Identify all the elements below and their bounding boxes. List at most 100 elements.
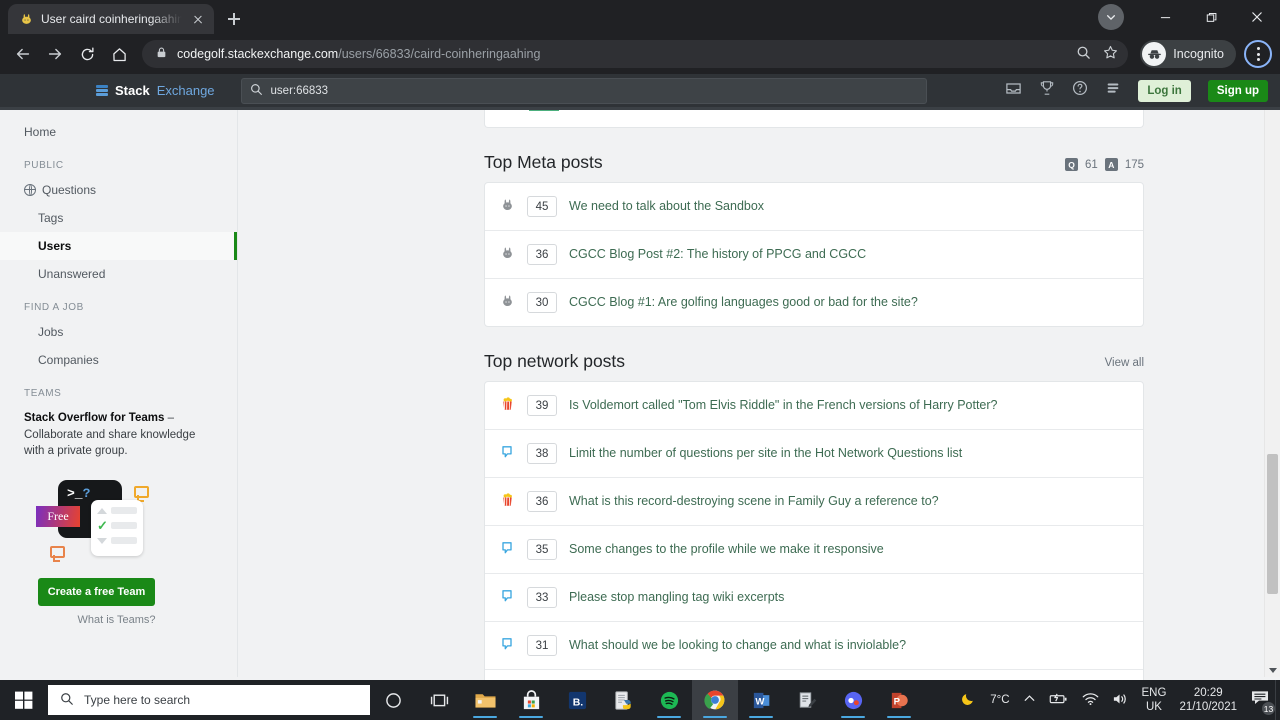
window-controls: [1098, 0, 1280, 34]
post-title-link[interactable]: CGCC Blog Post #2: The history of PPCG a…: [569, 244, 866, 263]
top-network-posts-list: 39 Is Voldemort called "Tom Elvis Riddle…: [484, 381, 1144, 680]
browser-tab[interactable]: User caird coinheringaahing - Co: [8, 4, 214, 34]
post-title-link[interactable]: What is this record-destroying scene in …: [569, 491, 939, 510]
file-explorer-icon[interactable]: [462, 680, 508, 720]
chevron-down-icon[interactable]: [1098, 4, 1124, 30]
new-tab-button[interactable]: [220, 5, 248, 33]
chrome-icon[interactable]: [692, 680, 738, 720]
teams-promo-text: Stack Overflow for Teams – Collaborate a…: [24, 410, 217, 460]
restore-icon[interactable]: [1188, 0, 1234, 34]
search-zoom-icon[interactable]: [1076, 45, 1091, 63]
post-title-link[interactable]: Some changes to the profile while we mak…: [569, 539, 884, 558]
search-input[interactable]: user:66833: [240, 77, 927, 104]
taskbar-app-icons: B. W P: [370, 680, 922, 720]
close-icon[interactable]: [1234, 0, 1280, 34]
checklist-row: ✓: [97, 519, 137, 532]
profile-incognito-button[interactable]: Incognito: [1140, 40, 1236, 68]
meta-speech-bubble-icon: [499, 636, 515, 652]
codegolf-rabbit-icon: [499, 197, 515, 213]
table-row[interactable]: 45 We need to talk about the Sandbox: [485, 183, 1143, 231]
table-row[interactable]: 31 Please can room owners and moderators…: [485, 670, 1143, 680]
what-is-teams-link[interactable]: What is Teams?: [16, 614, 217, 626]
notepad-editor-icon[interactable]: [784, 680, 830, 720]
table-row[interactable]: 36 What is this record-destroying scene …: [485, 478, 1143, 526]
show-desktop-button[interactable]: [1275, 680, 1280, 720]
sidebar-item-jobs[interactable]: Jobs: [0, 318, 237, 346]
scrollbar-thumb[interactable]: [1267, 454, 1278, 594]
three-dot-menu-icon[interactable]: [1244, 40, 1272, 68]
post-title-link[interactable]: What should we be looking to change and …: [569, 635, 906, 654]
view-all-link[interactable]: View all: [1105, 357, 1144, 372]
signup-button[interactable]: Sign up: [1207, 79, 1268, 102]
table-row[interactable]: 36 CGCC Blog Post #2: The history of PPC…: [485, 231, 1143, 279]
inbox-icon[interactable]: [1005, 80, 1022, 102]
sidebar-item-tags[interactable]: Tags: [0, 204, 237, 232]
speaker-icon[interactable]: [1112, 692, 1129, 709]
post-title-link[interactable]: CGCC Blog #1: Are golfing languages good…: [569, 292, 918, 311]
table-row[interactable]: 30 CGCC Blog #1: Are golfing languages g…: [485, 279, 1143, 326]
discord-app-icon[interactable]: [830, 680, 876, 720]
lock-icon: [156, 47, 167, 61]
stack-exchange-header: Stack Exchange user:66833 Log in Sign up: [0, 74, 1280, 110]
sidebar-item-home[interactable]: Home: [0, 118, 237, 146]
powerpoint-icon[interactable]: P: [876, 680, 922, 720]
site-switcher-icon[interactable]: [1105, 80, 1121, 101]
create-free-team-button[interactable]: Create a free Team: [38, 578, 155, 607]
svg-text:W: W: [755, 696, 764, 707]
sidebar-item-questions[interactable]: Questions: [0, 176, 237, 204]
spotify-icon[interactable]: [646, 680, 692, 720]
table-row[interactable]: 31 What should we be looking to change a…: [485, 622, 1143, 670]
post-title-link[interactable]: Limit the number of questions per site i…: [569, 443, 962, 462]
table-row[interactable]: 39 Is Voldemort called "Tom Elvis Riddle…: [485, 382, 1143, 430]
chevron-up-icon[interactable]: [1023, 692, 1036, 708]
temperature-label[interactable]: 7°C: [990, 694, 1009, 706]
close-icon[interactable]: [190, 11, 206, 27]
wifi-icon[interactable]: [1082, 692, 1099, 709]
clock[interactable]: 20:29 21/10/2021: [1179, 686, 1237, 715]
help-icon[interactable]: [1072, 80, 1088, 101]
forward-arrow-icon[interactable]: [40, 39, 70, 69]
sidebar-item-label: Home: [24, 125, 57, 139]
reload-icon[interactable]: [72, 39, 102, 69]
speech-bubble-icon: [134, 486, 149, 503]
minimize-icon[interactable]: [1142, 0, 1188, 34]
back-arrow-icon[interactable]: [8, 39, 38, 69]
login-button[interactable]: Log in: [1138, 79, 1191, 102]
caret-up-icon: [97, 507, 107, 514]
star-icon[interactable]: [1103, 45, 1118, 63]
post-title-link[interactable]: Please stop mangling tag wiki excerpts: [569, 587, 784, 606]
trophy-icon[interactable]: [1039, 80, 1055, 101]
sidebar-section-find-a-job: FIND A JOB: [24, 302, 84, 313]
moon-icon[interactable]: [960, 690, 977, 710]
question-count: 61: [1085, 158, 1098, 171]
logo-stack-text: Stack: [115, 83, 150, 98]
post-title-link[interactable]: Is Voldemort called "Tom Elvis Riddle" i…: [569, 395, 998, 414]
region-code: UK: [1145, 701, 1162, 713]
sidebar-item-companies[interactable]: Companies: [0, 346, 237, 374]
python-idle-icon[interactable]: [600, 680, 646, 720]
post-title-link[interactable]: We need to talk about the Sandbox: [569, 196, 764, 215]
blackboard-app-icon[interactable]: B.: [554, 680, 600, 720]
teams-promo-card: Stack Overflow for Teams – Collaborate a…: [24, 410, 217, 626]
table-row[interactable]: 35 Some changes to the profile while we …: [485, 526, 1143, 574]
stack-exchange-logo-icon[interactable]: Stack Exchange: [96, 83, 215, 98]
table-row[interactable]: 33 Please stop mangling tag wiki excerpt…: [485, 574, 1143, 622]
notification-icon[interactable]: 13: [1250, 689, 1276, 716]
battery-icon[interactable]: [1049, 692, 1069, 709]
address-bar[interactable]: codegolf.stackexchange.com/users/66833/c…: [142, 40, 1129, 68]
scroll-down-arrow-icon[interactable]: [1269, 668, 1277, 673]
sidebar-item-unanswered[interactable]: Unanswered: [0, 260, 237, 288]
windows-start-icon[interactable]: [0, 680, 48, 720]
table-row[interactable]: 38 Limit the number of questions per sit…: [485, 430, 1143, 478]
taskbar-search-input[interactable]: Type here to search: [48, 685, 370, 715]
page-scrollbar[interactable]: [1264, 110, 1280, 677]
home-icon[interactable]: [104, 39, 134, 69]
cortana-icon[interactable]: [370, 680, 416, 720]
microsoft-store-icon[interactable]: [508, 680, 554, 720]
task-view-icon[interactable]: [416, 680, 462, 720]
word-icon[interactable]: W: [738, 680, 784, 720]
language-indicator[interactable]: ENG UK: [1142, 686, 1167, 715]
post-score: 45: [527, 196, 557, 217]
teams-promo-illustration: >_? ✓ Free: [36, 474, 149, 563]
sidebar-item-users[interactable]: Users: [0, 232, 237, 260]
